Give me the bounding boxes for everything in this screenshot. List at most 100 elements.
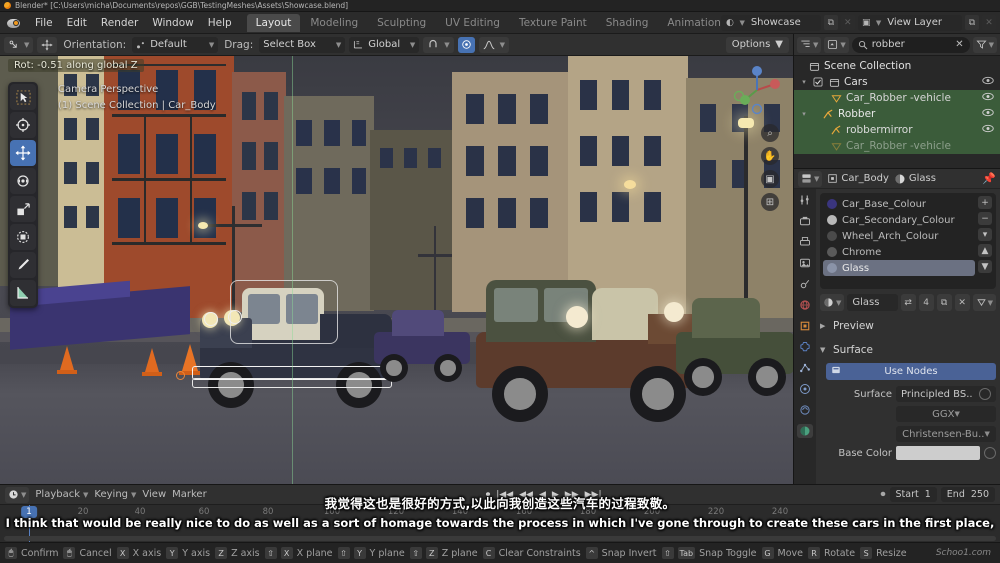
menu-help[interactable]: Help <box>201 15 239 31</box>
move-tool[interactable] <box>10 140 36 166</box>
tab-shading[interactable]: Shading <box>597 14 658 32</box>
drag-dropdown[interactable]: Select Box ▼ <box>259 36 346 53</box>
proportional-falloff-dropdown[interactable]: ▼ <box>478 36 510 53</box>
checkbox-icon[interactable] <box>812 76 824 88</box>
move-slot-down-button[interactable]: ▼ <box>978 260 992 273</box>
tab-uv-editing[interactable]: UV Editing <box>436 14 509 32</box>
rotate-tool[interactable] <box>10 168 36 194</box>
animate-property-dot[interactable] <box>984 447 996 459</box>
menu-file[interactable]: File <box>28 15 60 31</box>
outliner-editor-type-button[interactable]: ▼ <box>797 36 822 53</box>
breadcrumb-object[interactable]: Car_Body <box>827 173 889 184</box>
surface-shader-dropdown[interactable]: Principled BS.. <box>896 386 996 402</box>
material-slot[interactable]: Wheel_Arch_Colour <box>823 228 975 244</box>
tab-object[interactable] <box>797 319 813 333</box>
material-slot-list[interactable]: Car_Base_Colour Car_Secondary_Colour Whe… <box>820 193 996 289</box>
visibility-eye-icon[interactable] <box>982 76 994 88</box>
tab-animation[interactable]: Animation <box>658 14 721 32</box>
base-color-swatch[interactable] <box>896 446 980 460</box>
snapping-dropdown[interactable]: ▼ <box>423 36 454 53</box>
tab-scene[interactable] <box>797 277 813 291</box>
material-slot[interactable]: Chrome <box>823 244 975 260</box>
breadcrumb-material[interactable]: Glass <box>894 173 936 185</box>
menu-edit[interactable]: Edit <box>60 15 94 31</box>
car-fourth-vehicle[interactable] <box>374 302 474 382</box>
transform-tool[interactable] <box>10 224 36 250</box>
move-slot-up-button[interactable]: ▲ <box>978 244 992 257</box>
tab-constraints[interactable] <box>797 403 813 417</box>
tab-world[interactable] <box>797 298 813 312</box>
viewlayer-selector[interactable]: ▣ ▼ View Layer <box>857 14 962 31</box>
material-type-dropdown[interactable]: ▼ <box>972 294 996 311</box>
car-third-vehicle[interactable] <box>676 284 793 396</box>
animate-property-dot[interactable] <box>979 388 991 400</box>
disclosure-triangle-icon[interactable]: ▾ <box>800 78 808 86</box>
unlink-material-button[interactable]: ✕ <box>954 294 970 311</box>
new-viewlayer-button[interactable]: ⧉ <box>965 15 979 30</box>
new-scene-button[interactable]: ⧉ <box>823 15 838 30</box>
add-material-slot-button[interactable]: + <box>978 196 992 209</box>
delete-viewlayer-button[interactable]: ✕ <box>982 15 996 30</box>
blender-menu-icon[interactable] <box>6 16 22 30</box>
tab-view-layer[interactable] <box>797 256 813 270</box>
delete-scene-button[interactable]: ✕ <box>840 15 855 30</box>
disclosure-triangle-icon[interactable]: ▾ <box>800 110 808 118</box>
material-slot[interactable]: Car_Base_Colour <box>823 196 975 212</box>
3d-viewport[interactable]: Rot: -0.51 along global Z Camera Perspec… <box>0 56 793 484</box>
tab-particles[interactable] <box>797 361 813 375</box>
tab-modifiers[interactable] <box>797 340 813 354</box>
outliner-display-mode-button[interactable]: ▼ <box>824 36 849 53</box>
measure-tool[interactable] <box>10 280 36 306</box>
tab-physics[interactable] <box>797 382 813 396</box>
material-slot-active[interactable]: Glass <box>823 260 975 276</box>
menu-render[interactable]: Render <box>94 15 145 31</box>
camera-view-icon[interactable]: ▣ <box>761 170 779 188</box>
properties-editor-type-button[interactable]: ▼ <box>798 170 823 187</box>
outliner-row-scene-collection[interactable]: Scene Collection <box>794 58 1000 74</box>
browse-material-button[interactable]: ▼ <box>820 294 845 311</box>
outliner-row-car-robber-vehicle-child[interactable]: Car_Robber -vehicle <box>794 138 1000 154</box>
remove-material-slot-button[interactable]: − <box>978 212 992 225</box>
outliner-filter-button[interactable]: ▼ <box>972 36 997 53</box>
tab-tool[interactable] <box>797 193 813 207</box>
toggle-ortho-icon[interactable]: ⊞ <box>761 193 779 211</box>
tab-layout[interactable]: Layout <box>246 13 301 32</box>
tab-render[interactable] <box>797 214 813 228</box>
tab-material[interactable] <box>797 424 813 438</box>
tab-modeling[interactable]: Modeling <box>301 14 367 32</box>
navigation-gizmo[interactable] <box>729 62 785 118</box>
make-single-user-button[interactable]: ⇄ <box>900 294 916 311</box>
subsurface-method-dropdown[interactable]: Christensen-Bu.. ▼ <box>896 426 996 442</box>
preview-panel-header[interactable]: ▶ Preview <box>820 317 996 335</box>
visibility-eye-icon[interactable] <box>982 124 994 136</box>
annotate-tool[interactable] <box>10 252 36 278</box>
outliner-row-robbermirror[interactable]: robbermirror <box>794 122 1000 138</box>
material-slot[interactable]: Car_Secondary_Colour <box>823 212 975 228</box>
surface-panel-header[interactable]: ▼ Surface <box>820 341 996 359</box>
orientation-dropdown[interactable]: Default ▼ <box>132 36 219 53</box>
timeline-scrollbar[interactable] <box>4 536 996 541</box>
material-users-count[interactable]: 4 <box>918 294 934 311</box>
visibility-eye-icon[interactable] <box>982 108 994 120</box>
tab-output[interactable] <box>797 235 813 249</box>
tweak-tool[interactable] <box>10 84 36 110</box>
outliner-row-cars[interactable]: ▾ Cars <box>794 74 1000 90</box>
scene-selector[interactable]: ◐ ▼ Showcase <box>721 14 821 31</box>
outliner-row-car-robber-vehicle[interactable]: Car_Robber -vehicle <box>794 90 1000 106</box>
scale-tool[interactable] <box>10 196 36 222</box>
material-name-field[interactable]: Glass <box>847 294 898 311</box>
options-dropdown[interactable]: Options ▼ <box>725 36 789 53</box>
tab-texture-paint[interactable]: Texture Paint <box>510 14 596 32</box>
editor-type-button[interactable]: ▼ <box>4 36 34 53</box>
car-robber-vehicle-selected[interactable] <box>176 274 406 414</box>
proportional-editing-toggle[interactable] <box>457 36 475 53</box>
pan-hand-icon[interactable]: ✋ <box>761 147 779 165</box>
pin-icon[interactable]: 📌 <box>982 172 996 185</box>
transform-pivot-button[interactable] <box>37 36 58 53</box>
tab-sculpting[interactable]: Sculpting <box>368 14 435 32</box>
outliner-row-robber[interactable]: ▾ Robber <box>794 106 1000 122</box>
zoom-icon[interactable]: ⌕ <box>761 124 779 142</box>
slot-specials-menu-button[interactable]: ▾ <box>978 228 992 241</box>
use-nodes-button[interactable]: Use Nodes <box>826 363 996 380</box>
distribution-dropdown[interactable]: GGX ▼ <box>896 406 996 422</box>
